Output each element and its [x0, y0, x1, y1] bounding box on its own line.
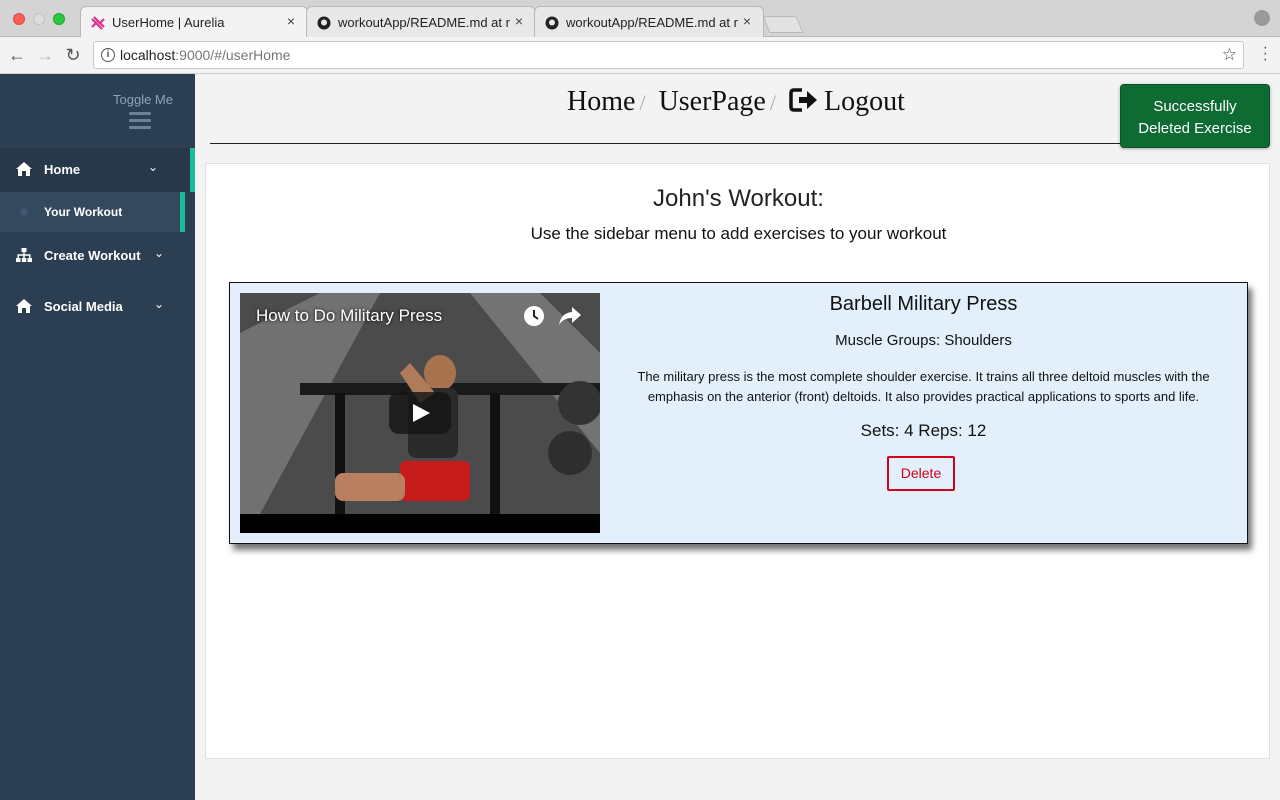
forward-arrow-icon[interactable]: → [34, 44, 56, 66]
hamburger-icon[interactable] [129, 112, 151, 130]
sidebar-item-social-media[interactable]: Social Media ⌄ [0, 285, 195, 329]
header-divider [210, 143, 1270, 144]
video-player[interactable]: How to Do Military Press [240, 293, 600, 533]
bullet-icon [20, 208, 28, 216]
tab-title: workoutApp/README.md at m [338, 15, 510, 30]
address-bar[interactable]: i localhost:9000/#/userHome ☆ [93, 41, 1244, 69]
url-text[interactable]: localhost:9000/#/userHome [120, 47, 290, 63]
exercise-description: The military press is the most complete … [637, 369, 1210, 404]
bookmark-star-icon[interactable]: ☆ [1222, 45, 1237, 65]
exercise-card: How to Do Military Press Barbell Militar… [229, 282, 1248, 544]
breadcrumb-separator: / [639, 90, 646, 115]
tab-close-icon[interactable]: × [511, 13, 527, 29]
tab-close-icon[interactable]: × [739, 13, 755, 29]
toast-line-1: Successfully [1153, 98, 1237, 115]
sidebar: Toggle Me Home ⌄ Your Workout Create Wor… [0, 74, 195, 800]
chevron-down-icon: ⌄ [154, 246, 165, 260]
new-tab-button[interactable] [762, 16, 804, 33]
play-button[interactable] [389, 392, 451, 434]
browser-tab-readme-1[interactable]: workoutApp/README.md at m × [306, 6, 536, 37]
window-minimize-button[interactable] [33, 13, 45, 25]
exercise-muscle-groups: Muscle Groups: Shoulders [835, 332, 1012, 349]
github-icon [317, 16, 331, 30]
toggle-label[interactable]: Toggle Me [113, 92, 173, 107]
active-indicator [180, 192, 185, 232]
page-title: John's Workout: [653, 185, 824, 212]
sitemap-icon [16, 248, 32, 262]
home-icon [16, 162, 32, 176]
sidebar-item-label: Social Media [44, 299, 123, 314]
breadcrumb-home[interactable]: Home [567, 86, 635, 117]
share-icon[interactable] [558, 305, 582, 327]
video-title[interactable]: How to Do Military Press [256, 306, 442, 326]
window-maximize-button[interactable] [53, 13, 65, 25]
browser-menu-icon[interactable]: · · · [1263, 40, 1268, 68]
tab-title: UserHome | Aurelia [112, 15, 225, 30]
sidebar-subitem-your-workout[interactable]: Your Workout [0, 192, 185, 232]
page-subtitle: Use the sidebar menu to add exercises to… [530, 224, 947, 243]
browser-tab-userhome[interactable]: UserHome | Aurelia × [80, 6, 308, 38]
sidebar-subitem-label: Your Workout [44, 205, 123, 219]
home-icon [16, 299, 32, 313]
sidebar-item-home[interactable]: Home ⌄ [0, 148, 195, 192]
content-panel: John's Workout: Use the sidebar menu to … [205, 163, 1270, 759]
url-path: :9000/#/userHome [175, 47, 291, 63]
breadcrumb: Home / UserPage / Logout [567, 86, 905, 118]
tab-close-icon[interactable]: × [283, 13, 299, 29]
breadcrumb-userpage[interactable]: UserPage [659, 86, 766, 117]
browser-toolbar: ← → ↻ i localhost:9000/#/userHome ☆ · · · [0, 37, 1280, 74]
sidebar-item-label: Home [44, 162, 81, 177]
sidebar-item-label: Create Workout [44, 248, 141, 263]
success-toast[interactable]: Successfully Deleted Exercise [1120, 84, 1270, 148]
breadcrumb-separator: / [769, 90, 776, 115]
exercise-name: Barbell Military Press [829, 293, 1018, 315]
aurelia-icon [91, 16, 105, 30]
exercise-sets-reps: Sets: 4 Reps: 12 [860, 421, 987, 440]
chevron-down-icon: ⌄ [154, 297, 165, 311]
github-icon [545, 16, 559, 30]
sidebar-item-create-workout[interactable]: Create Workout ⌄ [0, 234, 195, 278]
reload-icon[interactable]: ↻ [62, 44, 84, 66]
back-arrow-icon[interactable]: ← [6, 44, 28, 66]
toast-line-2: Deleted Exercise [1138, 120, 1252, 137]
tab-title: workoutApp/README.md at m [566, 15, 738, 30]
watch-later-icon[interactable] [523, 305, 545, 327]
url-host: localhost [120, 47, 176, 63]
chevron-down-icon: ⌄ [148, 160, 159, 174]
logout-icon[interactable] [789, 86, 819, 114]
window-close-button[interactable] [13, 13, 25, 25]
browser-tab-bar: UserHome | Aurelia × workoutApp/README.m… [0, 0, 1280, 38]
play-icon [413, 404, 430, 422]
breadcrumb-logout[interactable]: Logout [824, 86, 905, 117]
delete-button[interactable]: Delete [887, 456, 955, 491]
browser-tab-readme-2[interactable]: workoutApp/README.md at m × [534, 6, 764, 37]
profile-icon[interactable] [1254, 10, 1270, 26]
info-icon[interactable]: i [101, 48, 115, 62]
